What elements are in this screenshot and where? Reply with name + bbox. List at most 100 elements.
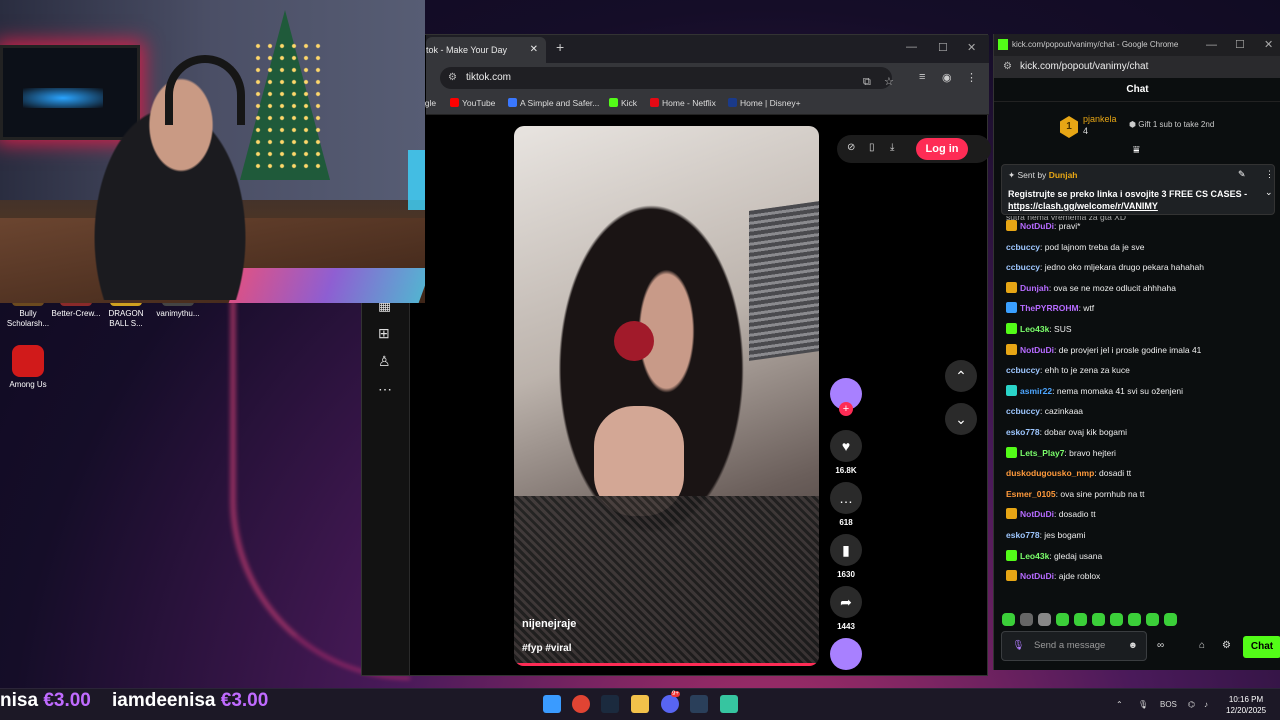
minimize-icon[interactable]: — (906, 41, 917, 53)
chat-address-bar[interactable]: ⚙ kick.com/popout/vanimy/chat (994, 56, 1280, 78)
desktop-icon-among-us[interactable]: Among Us (0, 345, 56, 390)
previous-video-button[interactable]: ⌃ (945, 360, 977, 392)
new-tab-icon[interactable]: + (556, 39, 564, 55)
video-progress-bar[interactable] (514, 663, 819, 666)
unpin-icon[interactable]: ✎ (1238, 169, 1246, 180)
download-icon[interactable]: ⤓ (890, 142, 894, 153)
system-clock[interactable]: 10:16 PM 12/20/2025 (1226, 694, 1266, 716)
chat-username[interactable]: ccbuccy (1006, 262, 1040, 272)
emote-icon[interactable] (1110, 613, 1123, 626)
login-button[interactable]: Log in (916, 138, 968, 160)
file-explorer-icon[interactable] (631, 695, 649, 713)
chat-username[interactable]: Esmer_0105 (1006, 489, 1056, 499)
chat-username[interactable]: Leo43k (1020, 551, 1049, 561)
chat-username[interactable]: Leo43k (1020, 324, 1049, 334)
device-icon[interactable]: ▯ (869, 142, 875, 153)
emote-icon[interactable] (1002, 613, 1015, 626)
wifi-icon[interactable]: ⌬ (1188, 700, 1195, 709)
media-controls-icon[interactable]: ≡ (919, 71, 925, 83)
site-settings-icon[interactable]: ⚙ (1003, 56, 1012, 78)
add-icon[interactable]: ⊞ (378, 325, 390, 342)
volume-icon[interactable]: ♪ (1204, 700, 1208, 709)
settings-gear-icon[interactable]: ⚙ (1222, 640, 1231, 651)
menu-icon[interactable]: ⋮ (966, 71, 977, 84)
chat-username[interactable]: duskodugousko_nmp (1006, 468, 1094, 478)
chat-username[interactable]: esko778 (1006, 530, 1040, 540)
bookmark-netflix[interactable]: Home - Netflix (650, 98, 716, 108)
emote-picker-icon[interactable]: ∞ (1157, 640, 1164, 651)
like-action[interactable]: ♥ 16.8K (828, 430, 864, 475)
filter-icon[interactable]: ⩸ (1133, 144, 1140, 157)
more-icon[interactable]: ⋯ (378, 381, 392, 398)
chat-username[interactable]: ccbuccy (1006, 242, 1040, 252)
emote-icon[interactable] (1074, 613, 1087, 626)
minimize-icon[interactable]: — (1206, 34, 1217, 56)
share-action[interactable]: ➦ 1443 (828, 586, 864, 631)
chat-username[interactable]: Lets_Play7 (1020, 448, 1064, 458)
emote-icon[interactable] (1146, 613, 1159, 626)
close-window-icon[interactable]: ✕ (1264, 34, 1273, 56)
comment-action[interactable]: … 618 (828, 482, 864, 527)
emote-icon[interactable] (1092, 613, 1105, 626)
tab-tiktok[interactable]: tok - Make Your Day ✕ (426, 37, 546, 63)
next-video-button[interactable]: ⌄ (945, 403, 977, 435)
chat-username[interactable]: Dunjah (1020, 283, 1049, 293)
save-action[interactable]: ▮ 1630 (828, 534, 864, 579)
chat-input[interactable]: 🎙 Send a message ☻ (1001, 631, 1147, 661)
profile-icon[interactable]: ◉ (942, 71, 952, 84)
app-icon[interactable] (720, 695, 738, 713)
chat-username[interactable]: ccbuccy (1006, 365, 1040, 375)
bookmark-simple-safer[interactable]: A Simple and Safer... (508, 98, 599, 108)
steam-icon[interactable] (601, 695, 619, 713)
emote-icon[interactable] (1020, 613, 1033, 626)
emote-icon[interactable] (1128, 613, 1141, 626)
creator-avatar[interactable]: + (830, 378, 862, 416)
video-player[interactable]: nijenejraje #fyp #viral (514, 126, 819, 666)
video-username[interactable]: nijenejraje (522, 618, 576, 630)
bookmark-kick[interactable]: Kick (609, 98, 637, 108)
music-disc[interactable] (828, 638, 864, 670)
windows-start-icon[interactable] (543, 695, 561, 713)
chat-username[interactable]: NotDuDi (1020, 221, 1054, 231)
emote-icon[interactable] (1038, 613, 1051, 626)
chat-username[interactable]: ccbuccy (1006, 406, 1040, 416)
steam-app-icon[interactable] (690, 695, 708, 713)
bookmark-disney[interactable]: Home | Disney+ (728, 98, 801, 108)
address-bar[interactable]: ⚙ tiktok.com ⧉ ☆ (440, 67, 894, 89)
microphone-icon[interactable]: 🎙 (1012, 632, 1024, 660)
chat-username[interactable]: esko778 (1006, 427, 1040, 437)
maximize-icon[interactable]: ☐ (1235, 34, 1245, 56)
send-chat-button[interactable]: Chat (1243, 636, 1280, 658)
more-options-icon[interactable]: ⋮ (1265, 169, 1274, 180)
gift-sub-prompt[interactable]: ⬢ Gift 1 sub to take 2nd (1129, 120, 1214, 129)
chrome-icon[interactable] (572, 695, 590, 713)
language-indicator[interactable]: BOS (1160, 700, 1177, 709)
chat-username[interactable]: NotDuDi (1020, 571, 1054, 581)
store-icon[interactable]: ⌂ (1199, 640, 1205, 651)
chat-username[interactable]: NotDuDi (1020, 509, 1054, 519)
pinned-link[interactable]: https://clash.gg/welcome/r/VANIMY (1008, 201, 1158, 211)
bookmark-youtube[interactable]: YouTube (450, 98, 495, 108)
bookmark-star-icon[interactable]: ☆ (884, 71, 894, 93)
follow-plus-icon[interactable]: + (839, 402, 853, 416)
video-hashtags[interactable]: #fyp #viral (522, 643, 571, 654)
music-disc-icon[interactable] (830, 638, 862, 670)
tray-mic-icon[interactable]: 🎙 (1138, 700, 1148, 709)
chat-username[interactable]: ThePYRROHM (1020, 303, 1079, 313)
site-settings-icon[interactable]: ⚙ (448, 67, 457, 89)
profile-icon[interactable]: ♙ (378, 353, 391, 370)
emote-icon[interactable] (1056, 613, 1069, 626)
close-window-icon[interactable]: ✕ (967, 41, 976, 54)
comment-icon[interactable]: … (830, 482, 862, 514)
tray-chevron-icon[interactable]: ⌃ (1116, 700, 1123, 709)
explore-icon[interactable]: ⊘ (847, 142, 855, 153)
discord-icon[interactable]: 9+ (661, 691, 680, 713)
emoji-icon[interactable]: ☻ (1128, 632, 1138, 660)
close-tab-icon[interactable]: ✕ (530, 37, 538, 63)
bookmark-icon[interactable]: ▮ (830, 534, 862, 566)
chevron-down-icon[interactable]: ⌄ (1265, 187, 1273, 198)
emote-icon[interactable] (1164, 613, 1177, 626)
maximize-icon[interactable]: ☐ (938, 41, 948, 54)
gift-leaderboard[interactable]: 1 pjankela 4 ⬢ Gift 1 sub to take 2nd (1060, 114, 1260, 140)
chat-username[interactable]: NotDuDi (1020, 345, 1054, 355)
